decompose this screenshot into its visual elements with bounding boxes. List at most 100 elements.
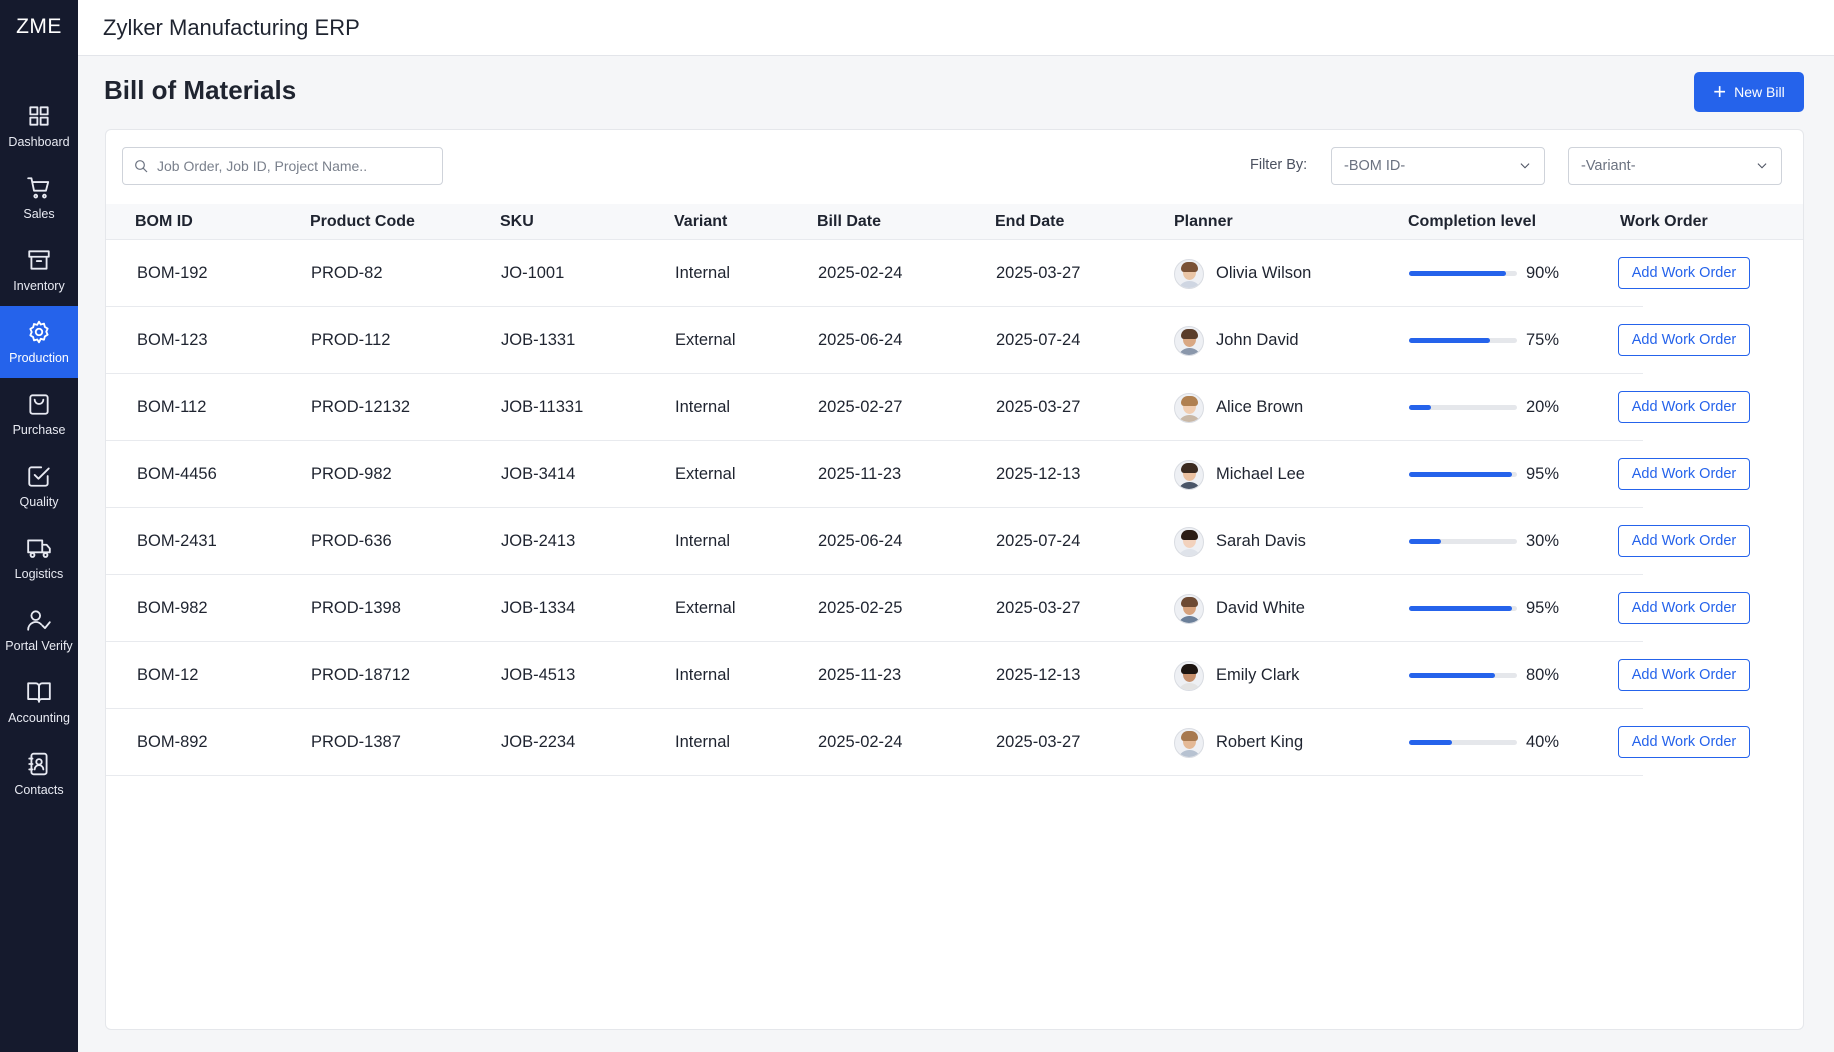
- avatar: [1174, 660, 1204, 691]
- sidebar-item-sales[interactable]: Sales: [0, 162, 78, 234]
- column-header-sku[interactable]: SKU: [500, 204, 534, 240]
- table-row[interactable]: BOM-192 PROD-82 JO-1001 Internal 2025-02-24 2…: [106, 240, 1750, 307]
- table-row[interactable]: BOM-123 PROD-112 JOB-1331 External 2025-06-2…: [106, 307, 1750, 374]
- progress-bar-fill: [1409, 539, 1442, 544]
- sidebar-item-quality[interactable]: Quality: [0, 450, 78, 522]
- sidebar-item-purchase[interactable]: Purchase: [0, 378, 78, 450]
- cell-variant: Internal: [675, 666, 731, 684]
- cell-sku: JOB-3414: [501, 465, 576, 483]
- column-header-bom-id[interactable]: BOM ID: [135, 204, 193, 240]
- cell-planner: Michael Lee: [1174, 441, 1305, 508]
- cell-variant: External: [675, 331, 736, 349]
- column-header-bill-date[interactable]: Bill Date: [817, 204, 881, 240]
- completion-percent: 75%: [1526, 331, 1560, 349]
- cell-end-date: 2025-07-24: [996, 532, 1081, 550]
- cell-variant: External: [675, 599, 736, 617]
- add-work-order-button[interactable]: Add Work Order: [1618, 391, 1750, 423]
- progress-bar: [1409, 472, 1517, 477]
- book-icon: [27, 682, 51, 703]
- cell-product-code: PROD-636: [311, 532, 392, 550]
- cell-bill-date: 2025-02-25: [818, 599, 903, 617]
- sidebar-item-label: Portal Verify: [5, 639, 73, 653]
- cell-bill-date: 2025-02-27: [818, 398, 903, 416]
- sidebar-item-label: Production: [9, 351, 69, 365]
- cell-planner: Emily Clark: [1174, 642, 1299, 709]
- add-work-order-button[interactable]: Add Work Order: [1618, 525, 1750, 557]
- cell-sku: JOB-11331: [501, 398, 584, 416]
- cell-completion: 80%: [1409, 642, 1559, 709]
- column-header-product-code[interactable]: Product Code: [310, 204, 415, 240]
- cell-product-code: PROD-982: [311, 465, 392, 483]
- add-work-order-button[interactable]: Add Work Order: [1618, 592, 1750, 624]
- column-header-end-date[interactable]: End Date: [995, 204, 1064, 240]
- progress-bar-fill: [1409, 740, 1453, 745]
- sidebar-item-production[interactable]: Production: [0, 306, 78, 378]
- search-input[interactable]: [157, 158, 427, 174]
- bom-id-select-value: -BOM ID-: [1344, 158, 1406, 174]
- cell-product-code: PROD-82: [311, 264, 383, 282]
- cell-bill-date: 2025-02-24: [818, 733, 903, 751]
- column-header-variant[interactable]: Variant: [674, 204, 727, 240]
- sidebar-item-logistics[interactable]: Logistics: [0, 522, 78, 594]
- planner-name: John David: [1216, 331, 1299, 349]
- completion-percent: 80%: [1526, 666, 1560, 684]
- cell-planner: Sarah Davis: [1174, 508, 1306, 575]
- new-bill-button[interactable]: + New Bill: [1694, 72, 1804, 112]
- completion-percent: 95%: [1526, 599, 1560, 617]
- cell-bill-date: 2025-06-24: [818, 532, 903, 550]
- add-work-order-button[interactable]: Add Work Order: [1618, 659, 1750, 691]
- add-work-order-button[interactable]: Add Work Order: [1618, 458, 1750, 490]
- table-row[interactable]: BOM-982 PROD-1398 JOB-1334 External 2025-02-…: [106, 575, 1750, 642]
- plus-icon: +: [1713, 79, 1727, 104]
- page-title: Bill of Materials: [104, 75, 297, 105]
- add-work-order-button[interactable]: Add Work Order: [1618, 726, 1750, 758]
- add-work-order-button[interactable]: Add Work Order: [1618, 257, 1750, 289]
- table-row[interactable]: BOM-2431 PROD-636 JOB-2413 Internal 2025-06-…: [106, 508, 1750, 575]
- cell-variant: Internal: [675, 733, 731, 751]
- cell-completion: 40%: [1409, 709, 1559, 776]
- contact-book-icon: [28, 752, 48, 776]
- cell-bom-id: BOM-12: [137, 666, 199, 684]
- planner-name: David White: [1216, 599, 1305, 617]
- cell-completion: 30%: [1409, 508, 1559, 575]
- cell-completion: 90%: [1409, 240, 1559, 307]
- cell-end-date: 2025-12-13: [996, 465, 1081, 483]
- sidebar-item-contacts[interactable]: Contacts: [0, 738, 78, 810]
- bom-id-select[interactable]: -BOM ID-: [1331, 147, 1545, 185]
- cell-bom-id: BOM-192: [137, 264, 208, 282]
- cell-bill-date: 2025-06-24: [818, 331, 903, 349]
- sidebar-item-label: Dashboard: [8, 135, 70, 149]
- cell-completion: 20%: [1409, 374, 1559, 441]
- progress-bar-fill: [1409, 673, 1496, 678]
- search-icon: [135, 160, 148, 173]
- variant-select[interactable]: -Variant-: [1568, 147, 1782, 185]
- cell-sku: JOB-1331: [501, 331, 576, 349]
- archive-icon: [28, 250, 50, 270]
- column-header-completion[interactable]: Completion level: [1408, 204, 1536, 240]
- sidebar-item-portal-verify[interactable]: Portal Verify: [0, 594, 78, 666]
- table-row[interactable]: BOM-892 PROD-1387 JOB-2234 Internal 2025-02-…: [106, 709, 1750, 776]
- progress-bar-fill: [1409, 271, 1507, 276]
- add-work-order-button[interactable]: Add Work Order: [1618, 324, 1750, 356]
- cell-variant: Internal: [675, 264, 731, 282]
- table-row[interactable]: BOM-112 PROD-12132 JOB-11331 Internal 2025-0…: [106, 374, 1750, 441]
- column-header-planner[interactable]: Planner: [1174, 204, 1233, 240]
- sidebar-item-label: Accounting: [8, 711, 70, 725]
- sidebar-item-dashboard[interactable]: Dashboard: [0, 90, 78, 162]
- table-row[interactable]: BOM-12 PROD-18712 JOB-4513 Internal 2025-11-…: [106, 642, 1750, 709]
- cell-end-date: 2025-03-27: [996, 264, 1081, 282]
- sidebar: ZME Dashboard Sales Inventory Production…: [0, 0, 78, 1052]
- search-box[interactable]: [122, 147, 443, 185]
- progress-bar: [1409, 740, 1517, 745]
- app-header: Zylker Manufacturing ERP: [78, 0, 1834, 56]
- brand-logo[interactable]: ZME: [0, 0, 78, 54]
- progress-bar: [1409, 673, 1517, 678]
- column-header-work-order[interactable]: Work Order: [1620, 204, 1708, 240]
- bom-table-card: Filter By: -BOM ID- -Variant- BOM ID Pro…: [105, 129, 1804, 1030]
- sidebar-item-accounting[interactable]: Accounting: [0, 666, 78, 738]
- progress-bar: [1409, 606, 1517, 611]
- cell-bom-id: BOM-892: [137, 733, 208, 751]
- table-row[interactable]: BOM-4456 PROD-982 JOB-3414 External 2025-11-…: [106, 441, 1750, 508]
- progress-bar-fill: [1409, 472, 1512, 477]
- sidebar-item-inventory[interactable]: Inventory: [0, 234, 78, 306]
